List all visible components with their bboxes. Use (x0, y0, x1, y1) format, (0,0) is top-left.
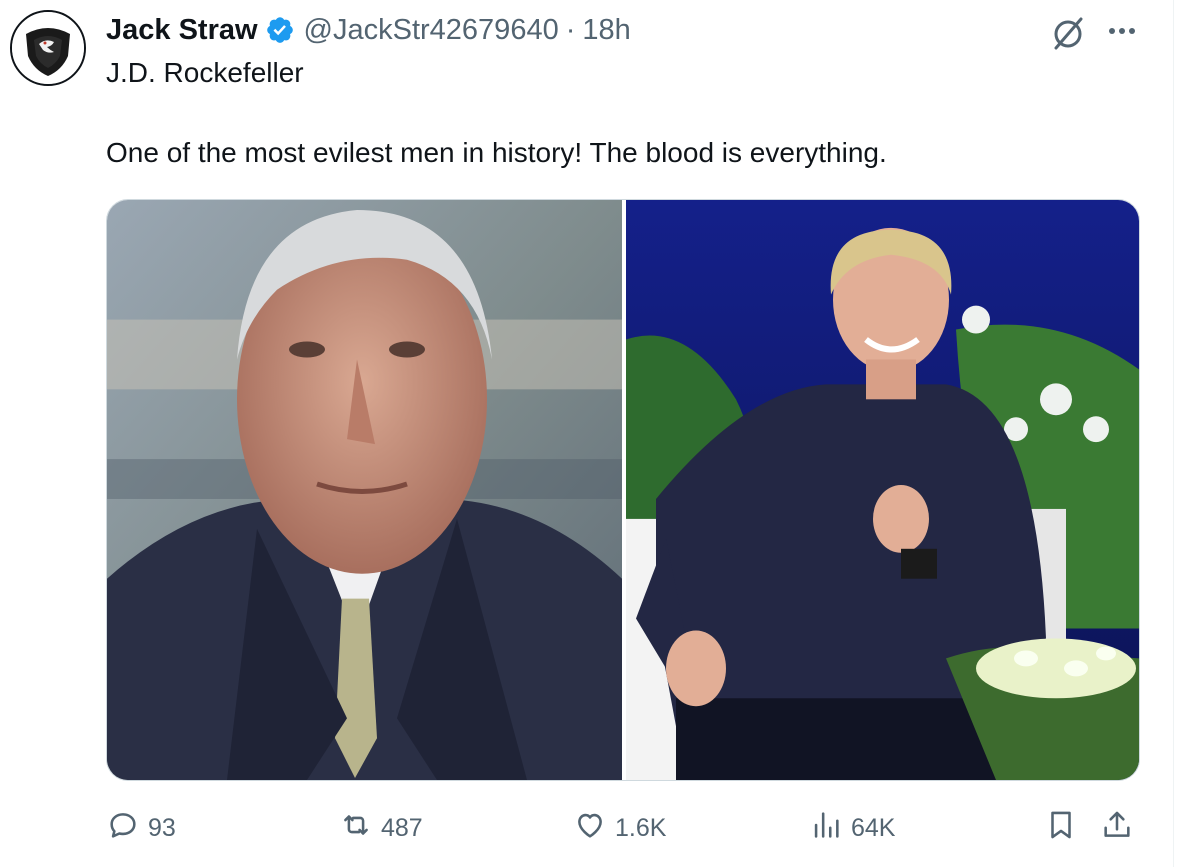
tweet-header: Jack Straw @JackStr42679640 · 18h (106, 12, 631, 48)
more-options-icon[interactable] (1102, 16, 1142, 46)
reply-icon (106, 808, 148, 849)
reply-count: 93 (148, 813, 176, 842)
author-name[interactable]: Jack Straw (106, 14, 258, 47)
bookmark-icon (1044, 808, 1078, 849)
bookmark-button[interactable] (1044, 808, 1078, 848)
share-icon (1100, 808, 1134, 849)
reply-button[interactable]: 93 (106, 808, 176, 848)
separator-dot: · (565, 13, 576, 46)
views-icon (809, 808, 851, 849)
views-button[interactable]: 64K (809, 808, 895, 848)
timeline-border (1173, 0, 1174, 867)
tweet-actions: 93 487 1.6K 64K (106, 808, 1140, 848)
photo-right[interactable] (626, 200, 1139, 780)
grok-icon[interactable] (1048, 13, 1088, 53)
share-button[interactable] (1100, 808, 1134, 848)
repost-icon (339, 808, 381, 849)
like-button[interactable]: 1.6K (573, 808, 666, 848)
author-handle[interactable]: @JackStr42679640 (304, 14, 559, 47)
timestamp[interactable]: 18h (582, 14, 630, 47)
repost-button[interactable]: 487 (339, 808, 423, 848)
like-icon (573, 808, 615, 849)
repost-count: 487 (381, 813, 423, 842)
media-grid[interactable] (106, 199, 1140, 781)
views-count: 64K (851, 813, 896, 842)
like-count: 1.6K (615, 813, 667, 842)
tweet-text: One of the most evilest men in history! … (106, 137, 887, 168)
verified-badge-icon (265, 15, 295, 45)
photo-left[interactable] (107, 200, 622, 780)
tweet-subtitle: J.D. Rockefeller (106, 57, 304, 88)
avatar[interactable] (10, 10, 86, 86)
